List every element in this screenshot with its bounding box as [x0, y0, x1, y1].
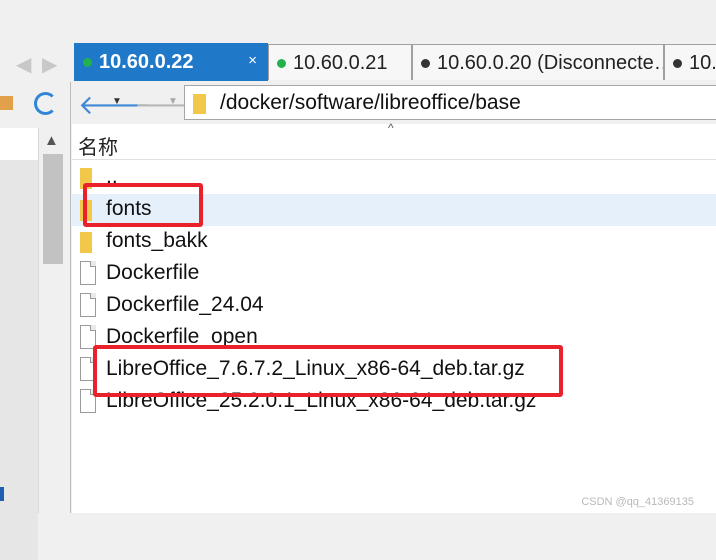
file-icon	[80, 293, 96, 317]
watermark: CSDN @qq_41369135	[581, 496, 694, 508]
file-list: 名称 ^ .. fonts fonts_bakk Dockerfile Dock…	[72, 121, 716, 513]
tab-label: 10.60.0.21	[293, 52, 388, 74]
forward-history-dropdown-icon[interactable]: ▼	[168, 96, 178, 107]
close-tab-icon[interactable]: ×	[248, 52, 257, 69]
scroll-thumb[interactable]	[43, 154, 63, 264]
left-selection-band	[0, 160, 38, 560]
file-name: Dockerfile	[106, 261, 200, 284]
tab-10-60-0-21[interactable]: 10.60.0.21	[268, 44, 412, 80]
scroll-up-icon[interactable]: ▲	[44, 132, 59, 149]
folder-icon	[80, 232, 92, 253]
file-name: Dockerfile_24.04	[106, 293, 264, 316]
tab-10-60-0-20[interactable]: 10.60.0.20 (Disconnecte…	[412, 44, 664, 80]
highlight-box-libreoffice-7	[93, 345, 563, 397]
column-name-label: 名称	[78, 137, 118, 159]
column-header-name[interactable]: 名称	[72, 124, 716, 160]
tab-label: 10.60.0.20 (Disconnecte…	[437, 52, 664, 74]
refresh-icon[interactable]	[34, 92, 57, 115]
tab-next-button[interactable]: ▶	[42, 52, 57, 77]
file-name: fonts_bakk	[106, 229, 208, 252]
sort-ascending-icon: ^	[388, 121, 394, 135]
list-item[interactable]: Dockerfile	[72, 258, 716, 290]
disconnected-status-dot	[421, 59, 430, 68]
tab-label: 10.60.0.22	[99, 51, 194, 73]
path-input[interactable]: /docker/software/libreoffice/base	[184, 85, 716, 120]
disconnected-status-dot	[673, 59, 682, 68]
folder-icon	[193, 94, 206, 114]
left-scrollbar[interactable]: ▲	[38, 128, 67, 513]
connected-status-dot	[83, 58, 92, 67]
list-item[interactable]: Dockerfile_24.04	[72, 290, 716, 322]
left-toolbar	[0, 82, 70, 122]
left-accent-marker	[0, 487, 4, 501]
tab-10-overflow[interactable]: 10.…	[664, 44, 716, 80]
highlight-box-fonts	[83, 183, 203, 227]
back-history-dropdown-icon[interactable]: ▼	[112, 96, 122, 107]
tab-label: 10.…	[689, 52, 716, 74]
tab-bar: ◀ ▶ 10.60.0.22 × 10.60.0.21 10.60.0.20 (…	[0, 0, 716, 82]
file-icon	[80, 261, 96, 285]
list-item[interactable]: fonts_bakk	[72, 226, 716, 258]
home-icon[interactable]	[0, 96, 13, 110]
tab-10-60-0-22[interactable]: 10.60.0.22 ×	[74, 43, 268, 81]
left-pane: ▲	[0, 82, 71, 560]
connected-status-dot	[277, 59, 286, 68]
path-text[interactable]: /docker/software/libreoffice/base	[220, 91, 521, 115]
tab-prev-button[interactable]: ◀	[16, 52, 31, 77]
navigation-bar: 🡐 ▼ 🡒 ▼ /docker/software/libreoffice/bas…	[72, 82, 716, 124]
